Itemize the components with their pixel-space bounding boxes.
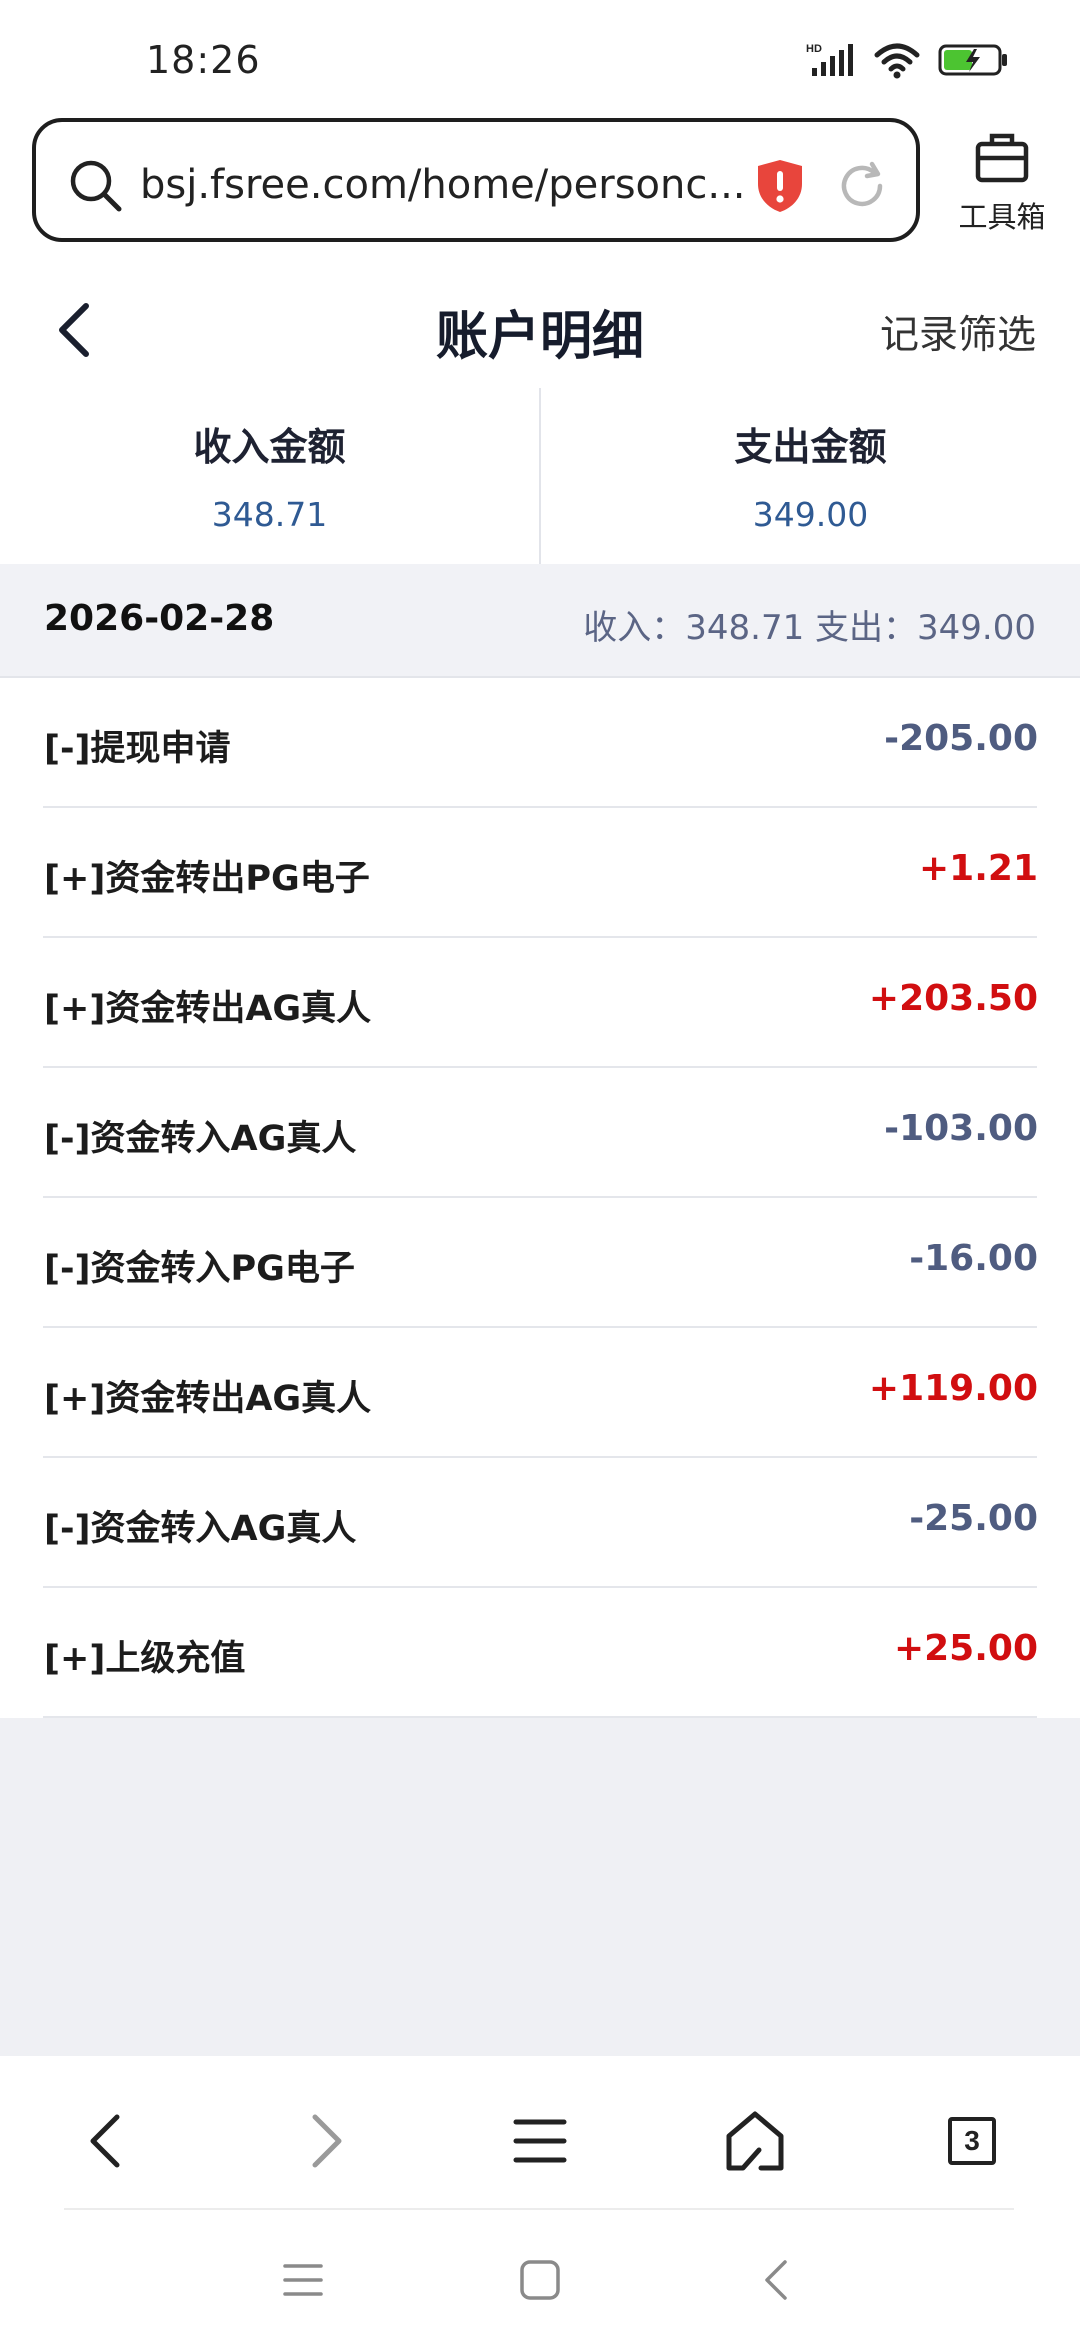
system-back-icon[interactable]: [746, 2250, 806, 2310]
transaction-list: [-]提现申请 -205.00 [+]资金转出PG电子 +1.21 [+]资金转…: [0, 678, 1080, 1718]
nav-forward-icon[interactable]: [292, 2106, 362, 2176]
transaction-row[interactable]: [+]上级充值 +25.00: [0, 1588, 1080, 1718]
system-nav-bar: [0, 2210, 1080, 2340]
transaction-amount: +119.00: [868, 1368, 1038, 1409]
toolbox-icon: [974, 133, 1030, 188]
status-bar: 18:26 HD: [0, 0, 1080, 112]
reload-icon[interactable]: [836, 160, 888, 216]
system-home-icon[interactable]: [510, 2250, 570, 2310]
transaction-row[interactable]: [+]资金转出AG真人 +119.00: [0, 1328, 1080, 1458]
transaction-name: [-]提现申请: [44, 729, 231, 769]
menu-icon[interactable]: [505, 2106, 575, 2176]
tabs-button[interactable]: 3: [937, 2106, 1007, 2176]
transaction-amount: -16.00: [909, 1238, 1038, 1279]
browser-bottom-nav: 3: [0, 2056, 1080, 2210]
income-summary: 收入金额 348.71: [0, 388, 539, 564]
transaction-row[interactable]: [+]资金转出PG电子 +1.21: [0, 808, 1080, 938]
transaction-amount: +203.50: [868, 978, 1038, 1019]
wifi-icon: [874, 41, 920, 83]
transaction-row[interactable]: [-]资金转入AG真人 -103.00: [0, 1068, 1080, 1198]
page: 18:26 HD bsj.fsree.com/home/personc... 工…: [0, 0, 1080, 2340]
search-icon: [66, 156, 126, 220]
transaction-name: [-]资金转入PG电子: [44, 1249, 355, 1289]
url-text[interactable]: bsj.fsree.com/home/personc...: [140, 160, 746, 210]
income-value: 348.71: [211, 495, 328, 534]
transaction-amount: -103.00: [884, 1108, 1038, 1149]
browser-toolbar: bsj.fsree.com/home/personc... 工具箱: [0, 112, 1080, 270]
security-warning-icon[interactable]: [754, 158, 806, 218]
record-filter-button[interactable]: 记录筛选: [880, 304, 1036, 360]
transaction-name: [-]资金转入AG真人: [44, 1509, 357, 1549]
income-label: 收入金额: [193, 425, 346, 469]
tab-count: 3: [948, 2117, 996, 2165]
status-icons: HD: [806, 40, 1010, 84]
expense-label: 支出金额: [734, 425, 887, 469]
transaction-amount: +25.00: [893, 1628, 1038, 1669]
address-bar[interactable]: bsj.fsree.com/home/personc...: [32, 118, 920, 242]
transaction-amount: +1.21: [919, 848, 1038, 889]
recent-apps-icon[interactable]: [273, 2250, 333, 2310]
transaction-name: [+]资金转出PG电子: [44, 859, 370, 899]
toolbox-button[interactable]: 工具箱: [950, 130, 1054, 236]
home-icon[interactable]: [720, 2106, 790, 2176]
page-header: 账户明细 记录筛选: [0, 270, 1080, 388]
transaction-name: [-]资金转入AG真人: [44, 1119, 357, 1159]
transaction-row[interactable]: [+]资金转出AG真人 +203.50: [0, 938, 1080, 1068]
transaction-name: [+]资金转出AG真人: [44, 989, 372, 1029]
toolbox-label: 工具箱: [958, 200, 1046, 234]
status-time: 18:26: [146, 38, 261, 82]
battery-charging-icon: [938, 43, 1010, 81]
group-totals: 收入：348.71 支出：349.00: [583, 608, 1036, 648]
transaction-amount: -25.00: [909, 1498, 1038, 1539]
transaction-name: [+]上级充值: [44, 1639, 246, 1679]
nav-back-icon[interactable]: [70, 2106, 140, 2176]
summary-panel: 收入金额 348.71 支出金额 349.00: [0, 388, 1080, 564]
transaction-amount: -205.00: [884, 718, 1038, 759]
transaction-row[interactable]: [-]提现申请 -205.00: [0, 678, 1080, 808]
hd-signal-icon: HD: [806, 40, 856, 84]
svg-text:HD: HD: [806, 43, 822, 55]
transaction-name: [+]资金转出AG真人: [44, 1379, 372, 1419]
expense-value: 349.00: [752, 495, 869, 534]
transaction-row[interactable]: [-]资金转入AG真人 -25.00: [0, 1458, 1080, 1588]
group-date: 2026-02-28: [44, 598, 275, 639]
transaction-row[interactable]: [-]资金转入PG电子 -16.00: [0, 1198, 1080, 1328]
date-group-header: 2026-02-28 收入：348.71 支出：349.00: [0, 564, 1080, 678]
expense-summary: 支出金额 349.00: [539, 388, 1080, 564]
